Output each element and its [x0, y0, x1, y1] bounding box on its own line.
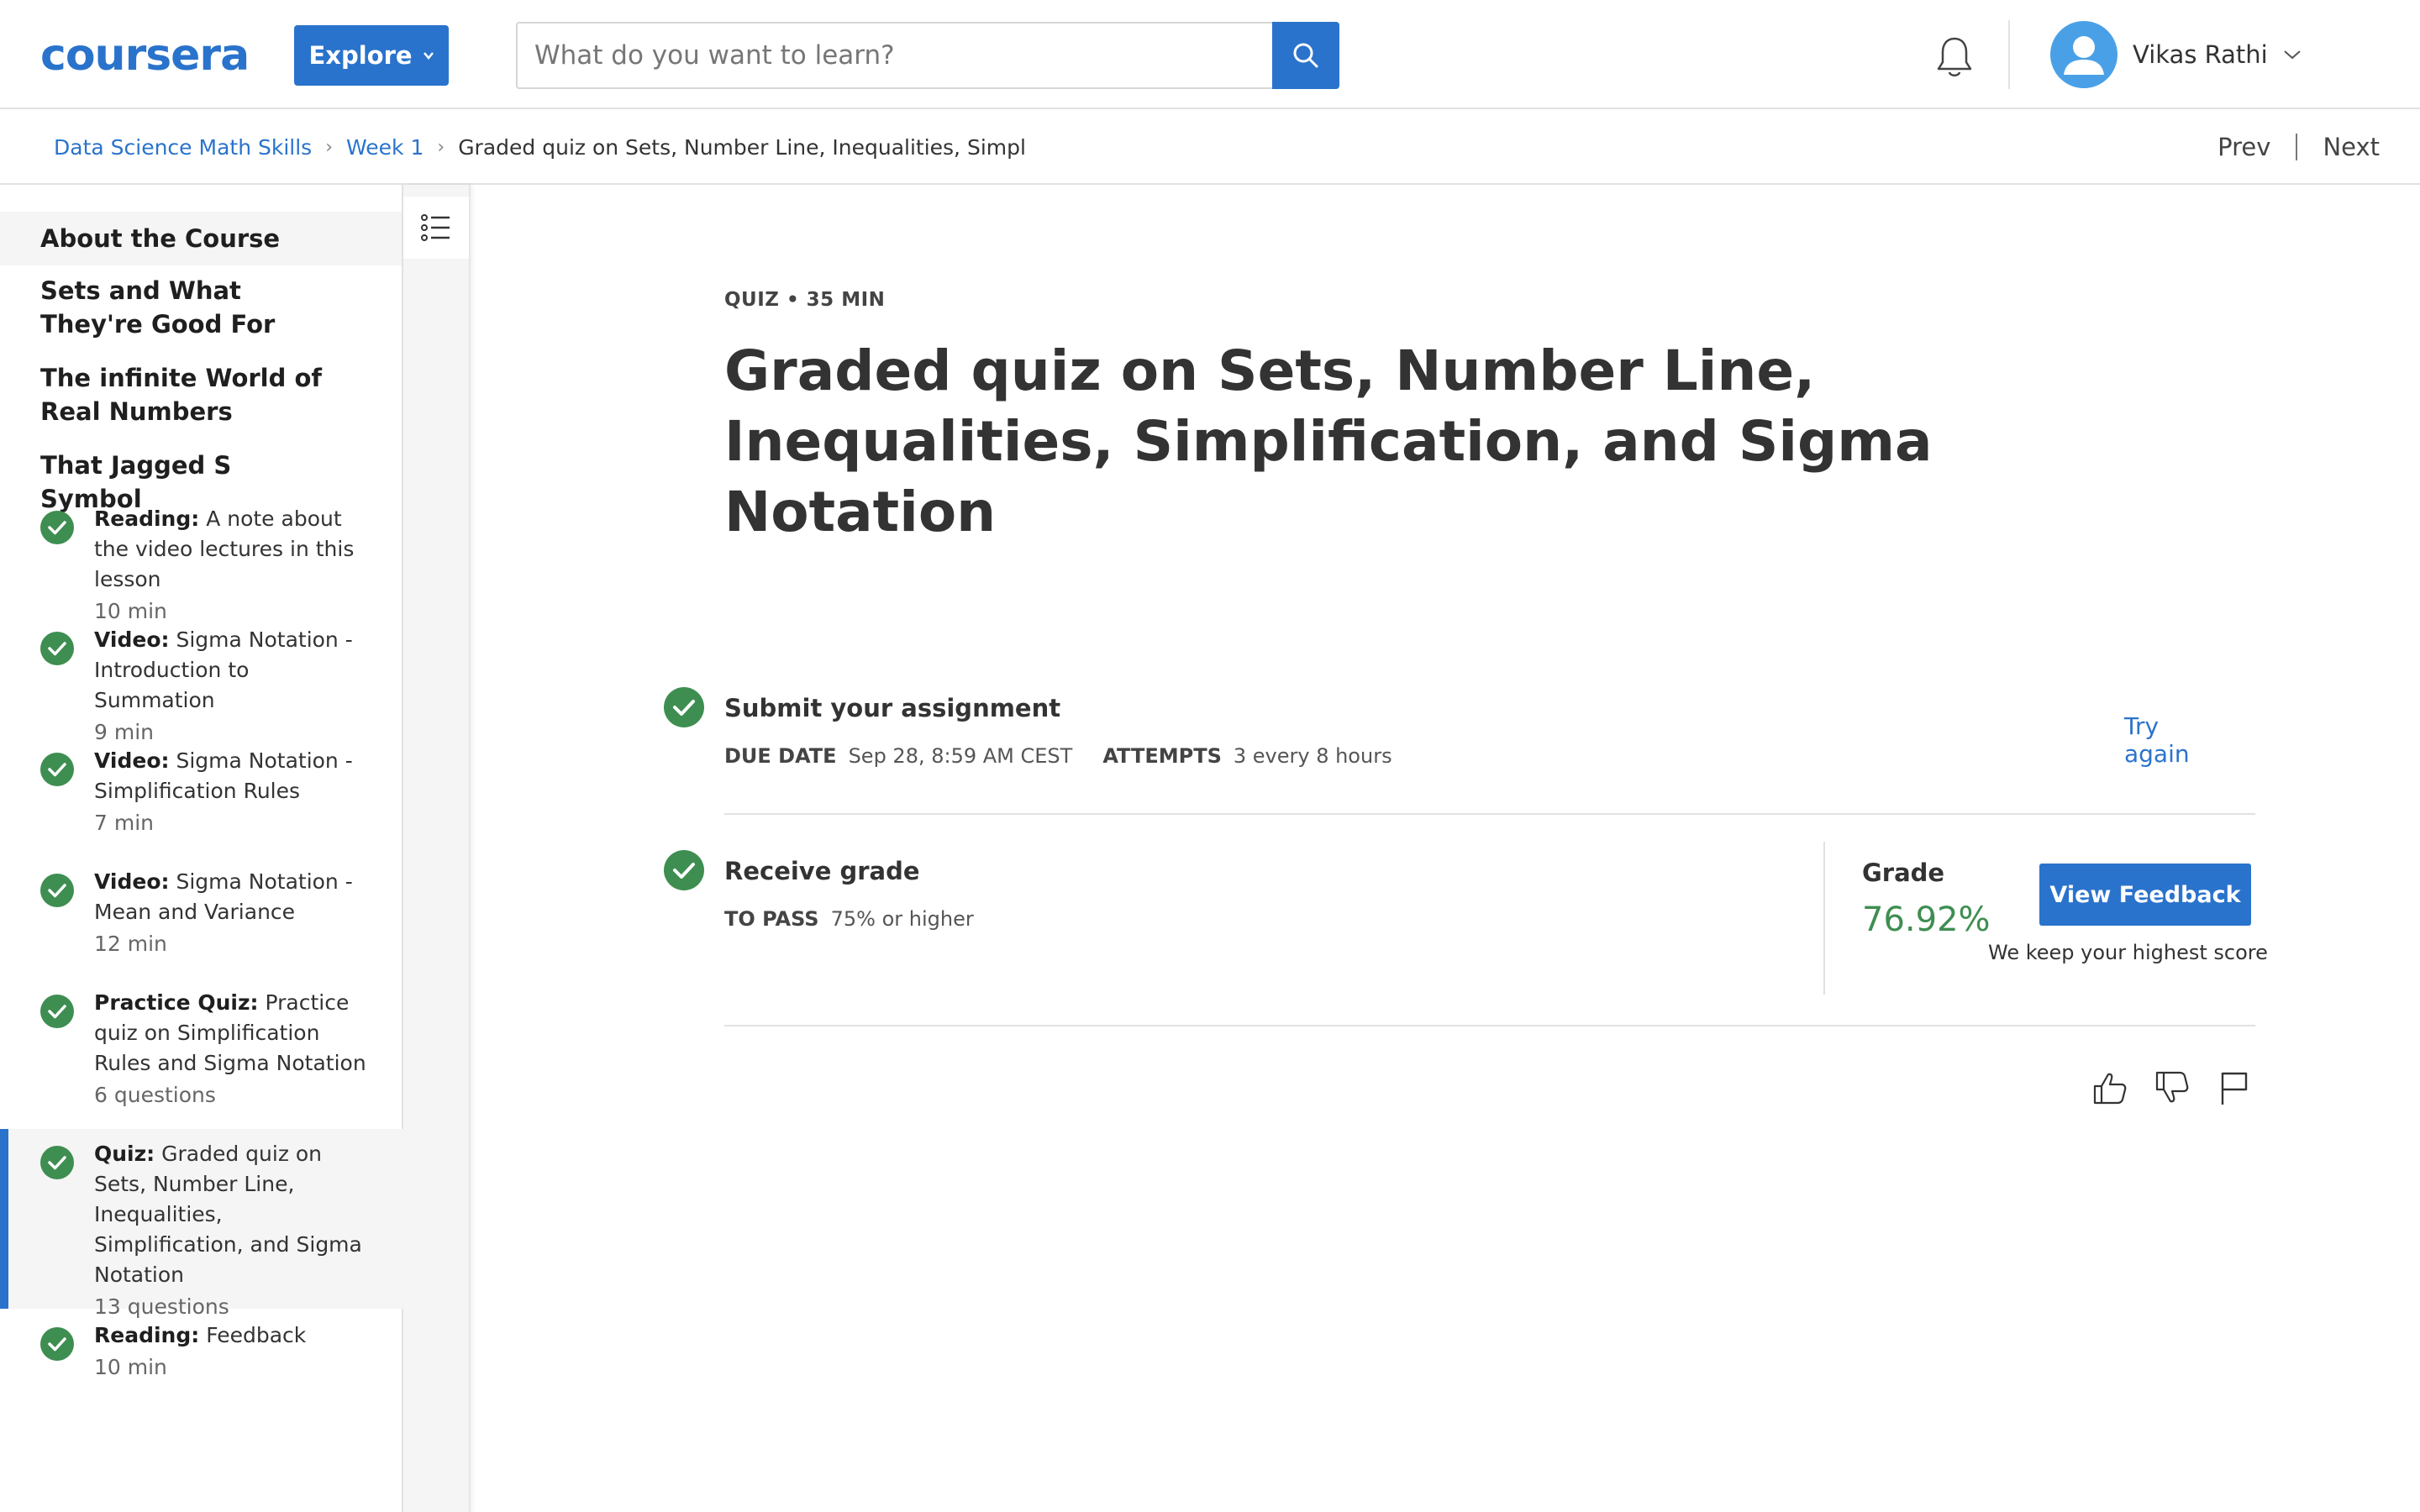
sidebar-item-video-intro[interactable]: Video: Sigma Notation - Introduction to … — [0, 625, 403, 749]
item-type: Video: — [94, 627, 170, 652]
grade-label: Grade — [1862, 858, 1945, 887]
sidebar-item-video-rules[interactable]: Video: Sigma Notation - Simplification R… — [0, 746, 403, 840]
breadcrumb: Data Science Math Skills › Week 1 › Grad… — [54, 109, 1026, 185]
grade-divider — [1823, 842, 1825, 995]
check-circle-icon — [664, 850, 704, 890]
to-pass-label: TO PASS — [724, 907, 819, 931]
course-sidebar: About the Course Sets and What They're G… — [0, 185, 403, 1512]
sidebar-section-sets[interactable]: Sets and What They're Good For — [0, 274, 336, 341]
item-title: Feedback — [206, 1323, 307, 1347]
check-circle-icon — [40, 1146, 74, 1179]
list-icon — [421, 214, 450, 241]
section-divider — [724, 1025, 2255, 1026]
check-circle-icon — [40, 874, 74, 907]
breadcrumb-week[interactable]: Week 1 — [346, 135, 424, 160]
item-duration: 10 min — [94, 599, 167, 623]
chevron-right-icon: › — [325, 136, 334, 158]
breadcrumb-bar: Data Science Math Skills › Week 1 › Grad… — [0, 109, 2420, 185]
item-duration: 12 min — [94, 932, 167, 956]
sidebar-item-reading-feedback[interactable]: Reading: Feedback 10 min — [0, 1320, 403, 1384]
sidebar-section-label: The infinite World of Real Numbers — [40, 364, 323, 426]
chevron-down-icon — [423, 52, 434, 60]
prev-next-nav: Prev Next — [2217, 109, 2380, 185]
item-duration: 7 min — [94, 811, 154, 835]
item-duration: 9 min — [94, 720, 154, 744]
avatar — [2050, 21, 2118, 88]
report-button[interactable] — [2215, 1068, 2254, 1107]
due-date-label: DUE DATE — [724, 744, 837, 768]
attempts-label: ATTEMPTS — [1102, 744, 1222, 768]
view-feedback-button[interactable]: View Feedback — [2039, 864, 2251, 926]
item-type: Reading: — [94, 507, 200, 531]
notifications-button[interactable] — [1933, 34, 1976, 81]
prev-link[interactable]: Prev — [2217, 133, 2270, 161]
breadcrumb-current: Graded quiz on Sets, Number Line, Inequa… — [458, 134, 1026, 160]
sidebar-section-real-numbers[interactable]: The infinite World of Real Numbers — [0, 361, 370, 428]
thumbs-down-icon — [2155, 1071, 2189, 1103]
item-duration: 10 min — [94, 1355, 167, 1379]
user-name: Vikas Rathi — [2133, 40, 2268, 69]
check-circle-icon — [40, 632, 74, 665]
check-circle-icon — [40, 511, 74, 544]
item-type: Quiz: — [94, 1142, 155, 1166]
due-attempts-line: DUE DATE Sep 28, 8:59 AM CEST ATTEMPTS 3… — [724, 744, 1392, 768]
feedback-actions — [2091, 1068, 2254, 1107]
next-link[interactable]: Next — [2323, 133, 2380, 161]
receive-title: Receive grade — [724, 857, 920, 885]
item-question-count: 6 questions — [94, 1083, 216, 1107]
to-pass-value: 75% or higher — [830, 907, 974, 931]
search-button[interactable] — [1272, 22, 1339, 89]
header-divider — [2008, 20, 2010, 89]
sidebar-item-reading-note[interactable]: Reading: A note about the video lectures… — [0, 504, 403, 628]
main-content: QUIZ • 35 MIN Graded quiz on Sets, Numbe… — [472, 185, 2420, 1512]
outline-toggle-button[interactable] — [403, 197, 469, 259]
highest-score-note: We keep your highest score — [1988, 941, 2268, 964]
chevron-right-icon: › — [437, 136, 445, 158]
sidebar-item-graded-quiz[interactable]: Quiz: Graded quiz on Sets, Number Line, … — [0, 1129, 403, 1319]
flag-icon — [2221, 1072, 2248, 1105]
grade-value: 76.92% — [1862, 900, 1991, 939]
explore-button[interactable]: Explore — [294, 25, 449, 86]
try-again-link[interactable]: Try again — [2124, 712, 2190, 768]
sidebar-section-about[interactable]: About the Course — [0, 212, 402, 265]
page-title: Graded quiz on Sets, Number Line, Inequa… — [724, 339, 1933, 544]
pass-line: TO PASS 75% or higher — [724, 907, 974, 931]
check-circle-icon — [664, 687, 704, 727]
due-date-value: Sep 28, 8:59 AM CEST — [848, 744, 1073, 768]
item-question-count: 13 questions — [94, 1294, 229, 1319]
sidebar-item-practice-quiz[interactable]: Practice Quiz: Practice quiz on Simplifi… — [0, 988, 403, 1112]
check-circle-icon — [40, 753, 74, 786]
item-type: Reading: — [94, 1323, 200, 1347]
sidebar-section-label: Sets and What They're Good For — [40, 276, 276, 339]
item-kicker: QUIZ • 35 MIN — [724, 289, 886, 311]
outline-strip — [403, 185, 471, 1512]
dislike-button[interactable] — [2153, 1068, 2191, 1107]
search-icon — [1293, 43, 1318, 68]
breadcrumb-course[interactable]: Data Science Math Skills — [54, 135, 312, 160]
item-type: Practice Quiz: — [94, 990, 259, 1015]
item-type: Video: — [94, 748, 170, 773]
user-menu[interactable]: Vikas Rathi — [2050, 20, 2302, 89]
section-divider — [724, 813, 2255, 815]
nav-divider — [2296, 134, 2298, 160]
chevron-down-icon — [2284, 50, 2301, 60]
user-icon — [2064, 36, 2104, 75]
submit-title: Submit your assignment — [724, 694, 1061, 722]
search-field[interactable] — [516, 22, 1272, 89]
sidebar-item-video-mean[interactable]: Video: Sigma Notation - Mean and Varianc… — [0, 867, 403, 961]
thumbs-up-icon — [2093, 1073, 2127, 1105]
check-circle-icon — [40, 1327, 74, 1361]
submit-assignment-step: Submit your assignment DUE DATE Sep 28, … — [664, 687, 2190, 788]
search-input[interactable] — [534, 40, 1272, 71]
coursera-logo[interactable]: coursera — [40, 30, 250, 81]
explore-label: Explore — [308, 41, 413, 70]
sidebar-section-label: About the Course — [40, 224, 281, 253]
attempts-value: 3 every 8 hours — [1233, 744, 1392, 768]
item-type: Video: — [94, 869, 170, 894]
check-circle-icon — [40, 995, 74, 1028]
like-button[interactable] — [2091, 1068, 2129, 1107]
top-header: coursera Explore Vikas Rathi — [0, 0, 2420, 109]
bell-icon — [1937, 37, 1972, 76]
